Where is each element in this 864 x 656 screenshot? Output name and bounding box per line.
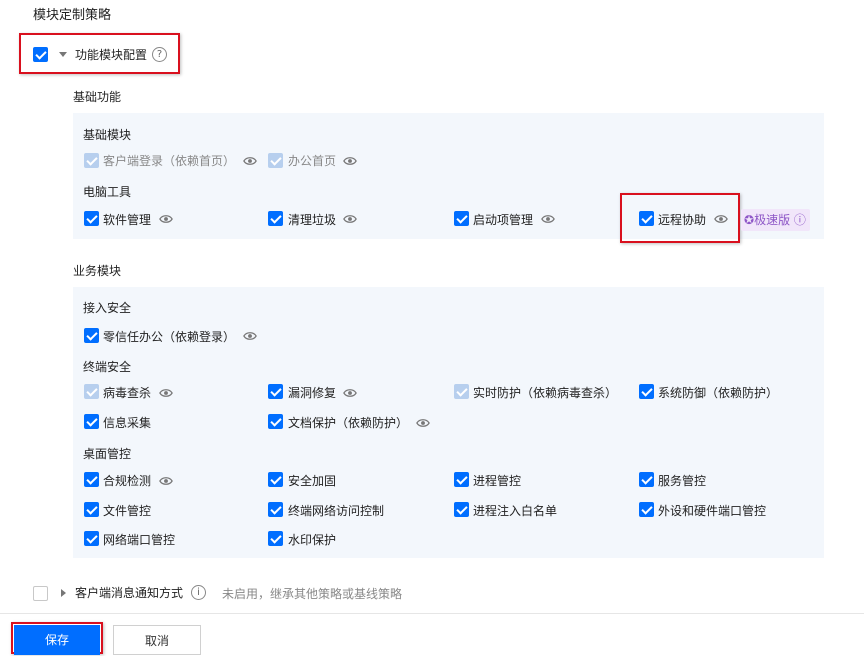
label-office-home: 办公首页 xyxy=(288,154,337,168)
label-file-control: 文件管控 xyxy=(103,504,152,518)
cancel-button[interactable]: 取消 xyxy=(113,625,201,655)
label-info-collect: 信息采集 xyxy=(103,416,152,430)
help-icon[interactable]: ? xyxy=(152,47,167,62)
notify-label: 客户端消息通知方式 xyxy=(75,586,184,600)
group-title-access-security: 接入安全 xyxy=(83,301,132,315)
checkbox-port-control[interactable] xyxy=(84,531,99,546)
eye-icon[interactable] xyxy=(343,154,357,168)
eye-icon[interactable] xyxy=(159,212,173,226)
checkbox-startup-mgmt[interactable] xyxy=(454,211,469,226)
feature-config-label: 功能模块配置 xyxy=(75,48,148,62)
expand-chevron-icon[interactable] xyxy=(59,52,67,57)
label-client-login: 客户端登录（依赖首页） xyxy=(103,154,236,168)
checkbox-compliance[interactable] xyxy=(84,472,99,487)
checkbox-info-collect[interactable] xyxy=(84,414,99,429)
label-remote-assist: 远程协助 xyxy=(658,213,707,227)
label-realtime-protect: 实时防护（依赖病毒查杀） xyxy=(473,386,618,400)
checkbox-virus-scan xyxy=(84,384,99,399)
checkbox-hardening[interactable] xyxy=(268,472,283,487)
eye-icon[interactable] xyxy=(159,386,173,400)
label-software-mgmt: 软件管理 xyxy=(103,213,152,227)
checkbox-software-mgmt[interactable] xyxy=(84,211,99,226)
label-port-control: 网络端口管控 xyxy=(103,533,176,547)
label-process-whitelist: 进程注入白名单 xyxy=(473,504,558,518)
checkbox-service-control[interactable] xyxy=(639,472,654,487)
speed-edition-badge[interactable]: ✪极速版 ⓘ xyxy=(741,209,810,231)
eye-icon[interactable] xyxy=(159,474,173,488)
checkbox-clean-junk[interactable] xyxy=(268,211,283,226)
label-watermark: 水印保护 xyxy=(288,533,337,547)
group-title-pc-tools: 电脑工具 xyxy=(83,185,132,199)
business-section-title: 业务模块 xyxy=(73,264,122,278)
checkbox-office-home xyxy=(268,153,283,168)
eye-icon[interactable] xyxy=(714,212,728,226)
label-peripheral-control: 外设和硬件端口管控 xyxy=(658,504,767,518)
eye-icon[interactable] xyxy=(343,386,357,400)
label-zero-trust: 零信任办公（依赖登录） xyxy=(103,330,236,344)
page-title: 模块定制策略 xyxy=(33,8,112,23)
basic-section-title: 基础功能 xyxy=(73,90,122,104)
group-title-endpoint-security: 终端安全 xyxy=(83,360,132,374)
eye-icon[interactable] xyxy=(343,212,357,226)
checkbox-file-control[interactable] xyxy=(84,502,99,517)
label-virus-scan: 病毒查杀 xyxy=(103,386,152,400)
checkbox-process-control[interactable] xyxy=(454,472,469,487)
checkbox-watermark[interactable] xyxy=(268,531,283,546)
checkbox-peripheral-control[interactable] xyxy=(639,502,654,517)
label-clean-junk: 清理垃圾 xyxy=(288,213,337,227)
group-title-basic-module: 基础模块 xyxy=(83,128,132,142)
checkbox-realtime-protect xyxy=(454,384,469,399)
gem-icon: ✪ xyxy=(744,213,755,227)
label-startup-mgmt: 启动项管理 xyxy=(473,213,534,227)
label-doc-protect: 文档保护（依赖防护） xyxy=(288,416,409,430)
info-icon[interactable]: i xyxy=(191,585,206,600)
feature-config-checkbox[interactable] xyxy=(33,47,48,62)
checkbox-network-access[interactable] xyxy=(268,502,283,517)
checkbox-vuln-fix[interactable] xyxy=(268,384,283,399)
eye-icon[interactable] xyxy=(243,329,257,343)
expand-chevron-icon[interactable] xyxy=(61,589,66,597)
group-title-desktop-control: 桌面管控 xyxy=(83,447,132,461)
label-hardening: 安全加固 xyxy=(288,474,337,488)
notify-hint: 未启用，继承其他策略或基线策略 xyxy=(222,587,403,601)
eye-icon[interactable] xyxy=(416,416,430,430)
checkbox-process-whitelist[interactable] xyxy=(454,502,469,517)
info-icon: ⓘ xyxy=(790,213,806,227)
checkbox-doc-protect[interactable] xyxy=(268,414,283,429)
footer-divider xyxy=(0,613,864,614)
checkbox-client-login xyxy=(84,153,99,168)
save-button[interactable]: 保存 xyxy=(14,625,100,655)
label-compliance: 合规检测 xyxy=(103,474,152,488)
label-network-access: 终端网络访问控制 xyxy=(288,504,385,518)
label-process-control: 进程管控 xyxy=(473,474,522,488)
notify-checkbox[interactable] xyxy=(33,586,48,601)
label-service-control: 服务管控 xyxy=(658,474,707,488)
checkbox-zero-trust[interactable] xyxy=(84,328,99,343)
eye-icon[interactable] xyxy=(541,212,555,226)
checkbox-remote-assist[interactable] xyxy=(639,211,654,226)
label-vuln-fix: 漏洞修复 xyxy=(288,386,337,400)
checkbox-system-defense[interactable] xyxy=(639,384,654,399)
eye-icon[interactable] xyxy=(243,154,257,168)
label-system-defense: 系统防御（依赖防护） xyxy=(658,386,779,400)
